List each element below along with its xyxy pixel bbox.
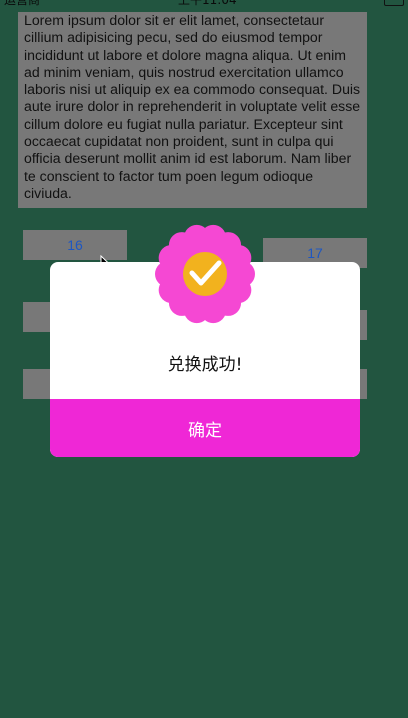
checkmark-flower-icon <box>155 224 255 324</box>
confirm-button[interactable]: 确定 <box>50 399 360 457</box>
flower-center <box>183 252 227 296</box>
success-message: 兑换成功! <box>167 355 243 375</box>
